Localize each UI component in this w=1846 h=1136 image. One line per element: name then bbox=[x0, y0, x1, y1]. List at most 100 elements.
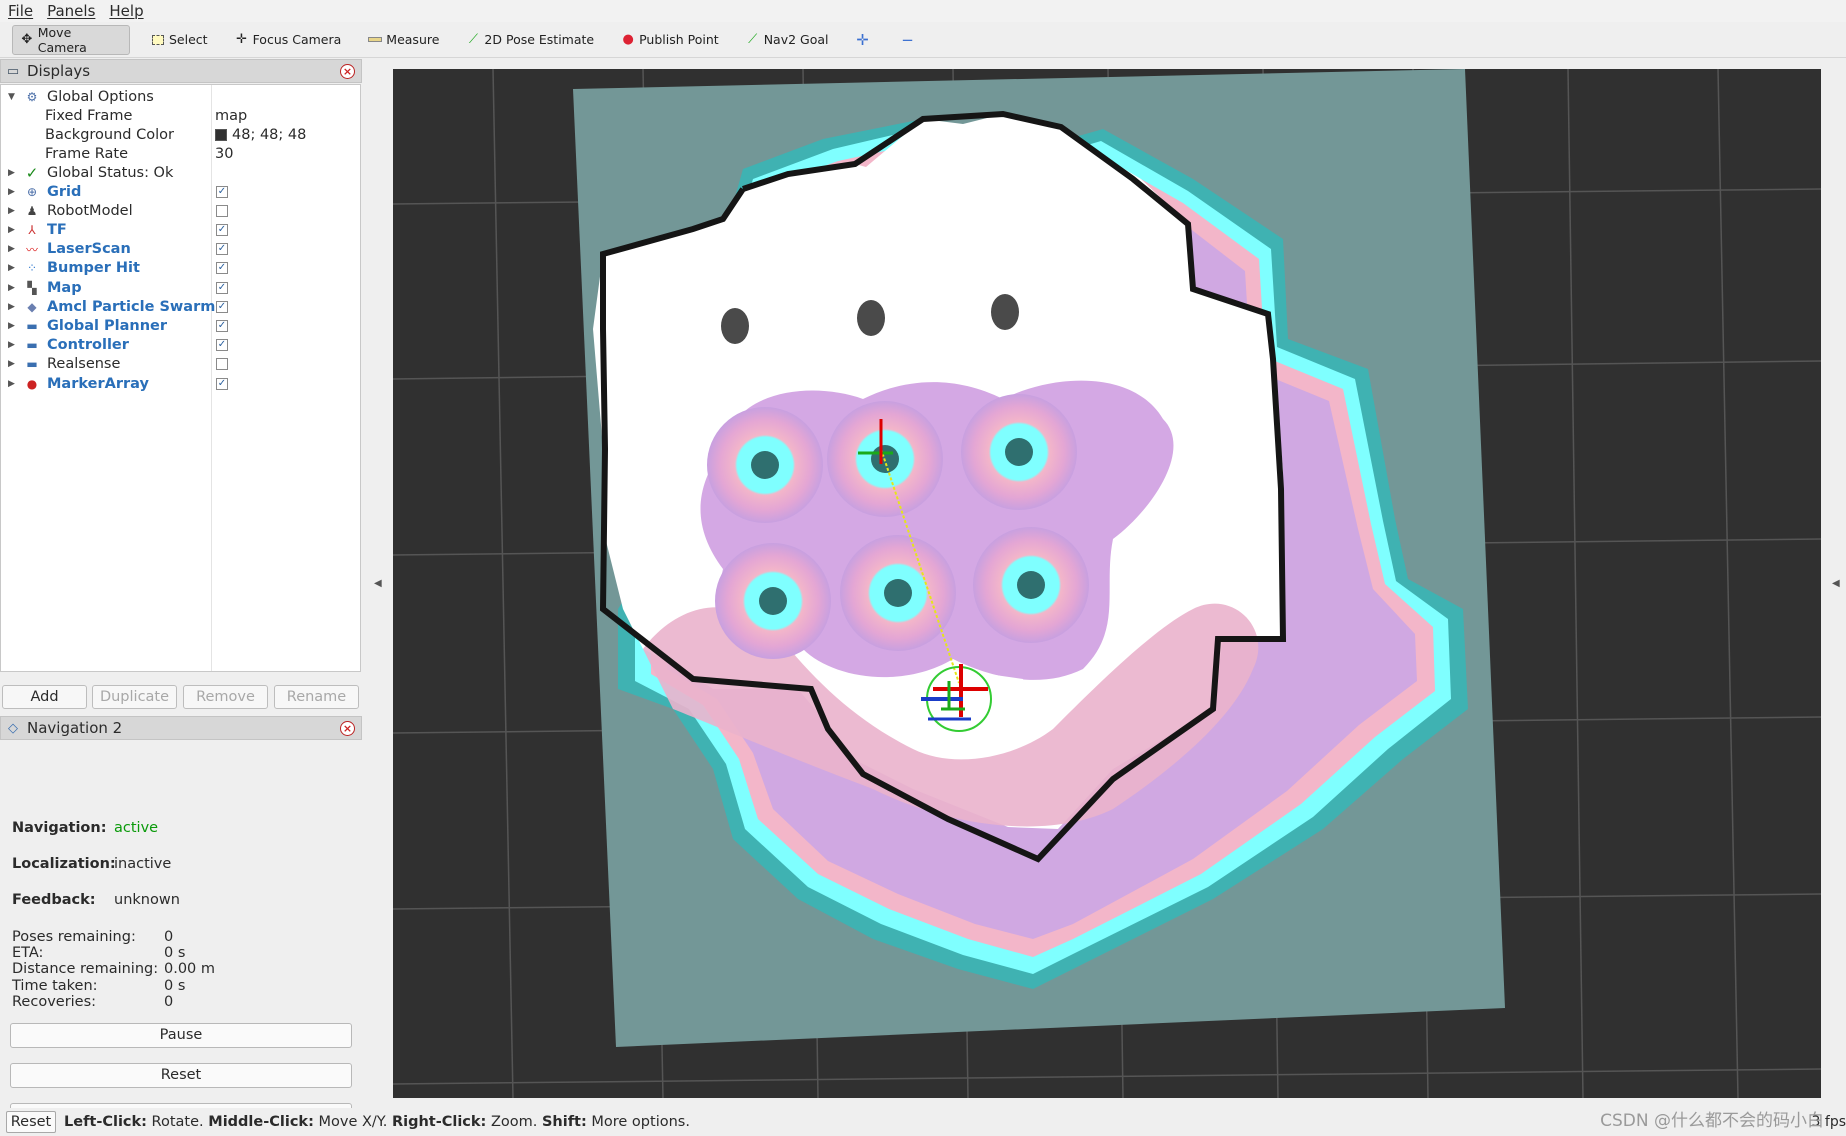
localization-status-label: Localization: bbox=[12, 856, 116, 872]
tree-row-fixed-frame[interactable]: Fixed Frame map bbox=[1, 106, 361, 125]
expand-arrow-icon[interactable]: ▶ bbox=[8, 168, 15, 178]
expand-arrow-icon[interactable]: ▶ bbox=[8, 379, 15, 389]
display-enable-checkbox[interactable] bbox=[216, 204, 228, 217]
display-row-map[interactable]: ▶ ▚ Map ✓ bbox=[1, 278, 361, 297]
stat-value: 0 s bbox=[164, 977, 186, 994]
fixed-frame-value[interactable]: map bbox=[215, 108, 247, 124]
tree-row-global-options[interactable]: ▼ ⚙ Global Options bbox=[1, 87, 361, 106]
background-color-value[interactable]: 48; 48; 48 bbox=[215, 127, 306, 143]
duplicate-display-button[interactable]: Duplicate bbox=[92, 685, 177, 709]
feedback-value: unknown bbox=[114, 892, 180, 908]
right-dock-handle[interactable]: ◀ bbox=[1825, 60, 1846, 1106]
tree-row-background-color[interactable]: Background Color 48; 48; 48 bbox=[1, 125, 361, 144]
collapse-left-arrow-icon[interactable]: ◀ bbox=[374, 578, 382, 589]
expand-arrow-icon[interactable]: ▶ bbox=[8, 206, 15, 216]
navigation-close-icon[interactable]: × bbox=[340, 721, 355, 736]
expand-arrow-icon[interactable]: ▶ bbox=[8, 225, 15, 235]
render-view-3d[interactable] bbox=[393, 69, 1821, 1098]
publish-point-icon: ● bbox=[622, 32, 634, 47]
displays-tree: ▼ ⚙ Global Options Fixed Frame map Backg… bbox=[0, 84, 361, 672]
display-enable-checkbox[interactable]: ✓ bbox=[216, 185, 228, 198]
navigation-panel-body: Navigation: active Localization: inactiv… bbox=[0, 741, 362, 1136]
global-options-label: Global Options bbox=[47, 88, 154, 105]
display-row-markerarray[interactable]: ▶ ● MarkerArray ✓ bbox=[1, 374, 361, 393]
measure-tool[interactable]: Measure bbox=[361, 25, 445, 55]
stat-label: Time taken: bbox=[12, 977, 98, 994]
display-row-amcl-particle-swarm[interactable]: ▶ ◆ Amcl Particle Swarm ✓ bbox=[1, 297, 361, 316]
stat-label: Poses remaining: bbox=[12, 929, 136, 945]
displays-panel-header: ▭ Displays × bbox=[0, 59, 362, 83]
move-camera-tool[interactable]: ✥ Move Camera bbox=[12, 24, 130, 55]
minus-icon: − bbox=[901, 30, 914, 49]
displays-buttons: Add Duplicate Remove Rename bbox=[0, 681, 362, 711]
expand-arrow-icon[interactable]: ▶ bbox=[8, 283, 15, 293]
tree-row-frame-rate[interactable]: Frame Rate 30 bbox=[1, 144, 361, 163]
expand-arrow-icon[interactable]: ▶ bbox=[8, 302, 15, 312]
display-row-laserscan[interactable]: ▶ 〰 LaserScan ✓ bbox=[1, 240, 361, 259]
display-enable-checkbox[interactable] bbox=[216, 358, 228, 371]
menu-panels[interactable]: Panels bbox=[47, 2, 95, 20]
publish-point-label: Publish Point bbox=[639, 32, 719, 47]
stat-value: 0 bbox=[164, 993, 174, 1010]
display-enable-checkbox[interactable]: ✓ bbox=[216, 262, 228, 275]
expand-arrow-icon[interactable]: ▶ bbox=[8, 321, 15, 331]
add-tool-button[interactable]: ✛ bbox=[849, 25, 880, 55]
expand-arrow-icon[interactable]: ▶ bbox=[8, 263, 15, 273]
expand-arrow-icon[interactable]: ▶ bbox=[8, 359, 15, 369]
add-display-button[interactable]: Add bbox=[2, 685, 87, 709]
marker-array-icon: ● bbox=[26, 376, 38, 391]
rename-display-button[interactable]: Rename bbox=[274, 685, 359, 709]
expand-arrow-icon[interactable]: ▼ bbox=[8, 92, 15, 102]
menu-file[interactable]: File bbox=[8, 2, 33, 20]
displays-title: Displays bbox=[27, 62, 91, 80]
display-row-global-planner[interactable]: ▶ ▬ Global Planner ✓ bbox=[1, 316, 361, 335]
expand-arrow-icon[interactable]: ▶ bbox=[8, 340, 15, 350]
pose-estimate-icon: ⟋ bbox=[468, 32, 478, 47]
tree-row-global-status[interactable]: ▶ ✓ Global Status: Ok bbox=[1, 163, 361, 182]
expand-arrow-icon[interactable]: ▶ bbox=[8, 244, 15, 254]
display-enable-checkbox[interactable]: ✓ bbox=[216, 243, 228, 256]
display-enable-checkbox[interactable]: ✓ bbox=[216, 300, 228, 313]
robot-icon: ♟ bbox=[26, 203, 38, 218]
expand-arrow-icon[interactable]: ▶ bbox=[8, 187, 15, 197]
stat-value: 0 bbox=[164, 929, 174, 945]
display-enable-checkbox[interactable]: ✓ bbox=[216, 339, 228, 352]
color-swatch bbox=[215, 128, 227, 141]
display-enable-checkbox[interactable]: ✓ bbox=[216, 281, 228, 294]
background-color-text: 48; 48; 48 bbox=[232, 126, 307, 143]
frame-rate-value[interactable]: 30 bbox=[215, 146, 233, 162]
publish-point-tool[interactable]: ● Publish Point bbox=[614, 25, 725, 55]
display-enable-checkbox[interactable]: ✓ bbox=[216, 377, 228, 390]
display-enable-checkbox[interactable]: ✓ bbox=[216, 319, 228, 332]
navigation-reset-button[interactable]: Reset bbox=[10, 1063, 352, 1088]
menu-help[interactable]: Help bbox=[109, 2, 143, 20]
pose-estimate-tool[interactable]: ⟋ 2D Pose Estimate bbox=[459, 25, 600, 55]
collapse-right-arrow-icon[interactable]: ◀ bbox=[1832, 578, 1840, 589]
display-row-bumper-hit[interactable]: ▶ ⁘ Bumper Hit ✓ bbox=[1, 259, 361, 278]
display-row-realsense[interactable]: ▶ ▬ Realsense bbox=[1, 355, 361, 374]
display-row-robotmodel[interactable]: ▶ ♟ RobotModel bbox=[1, 201, 361, 220]
display-row-tf[interactable]: ▶ ⅄ TF ✓ bbox=[1, 220, 361, 239]
display-label: Bumper Hit bbox=[47, 260, 140, 277]
pause-button[interactable]: Pause bbox=[10, 1023, 352, 1048]
remove-tool-button[interactable]: − bbox=[894, 25, 925, 55]
tool-bar: ✥ Move Camera Select ✛ Focus Camera Meas… bbox=[0, 22, 1846, 58]
display-enable-checkbox[interactable]: ✓ bbox=[216, 223, 228, 236]
display-row-controller[interactable]: ▶ ▬ Controller ✓ bbox=[1, 336, 361, 355]
view-reset-button[interactable]: Reset bbox=[6, 1111, 56, 1133]
nav2-goal-tool[interactable]: ⟋ Nav2 Goal bbox=[739, 25, 835, 55]
display-label: Realsense bbox=[47, 356, 121, 373]
display-label: TF bbox=[47, 221, 67, 238]
focus-camera-tool[interactable]: ✛ Focus Camera bbox=[228, 25, 348, 55]
monitor-icon: ▭ bbox=[6, 63, 20, 79]
measure-icon bbox=[367, 32, 383, 48]
nav2-goal-label: Nav2 Goal bbox=[763, 32, 829, 47]
map-render bbox=[393, 69, 1821, 1098]
laser-scan-icon: 〰 bbox=[25, 242, 38, 257]
display-row-grid[interactable]: ▶ ⊕ Grid ✓ bbox=[1, 182, 361, 201]
focus-camera-label: Focus Camera bbox=[252, 32, 342, 47]
navigation-panel-title: Navigation 2 bbox=[27, 719, 123, 737]
remove-display-button[interactable]: Remove bbox=[183, 685, 268, 709]
displays-close-icon[interactable]: × bbox=[340, 64, 355, 79]
select-tool[interactable]: Select bbox=[144, 25, 214, 55]
